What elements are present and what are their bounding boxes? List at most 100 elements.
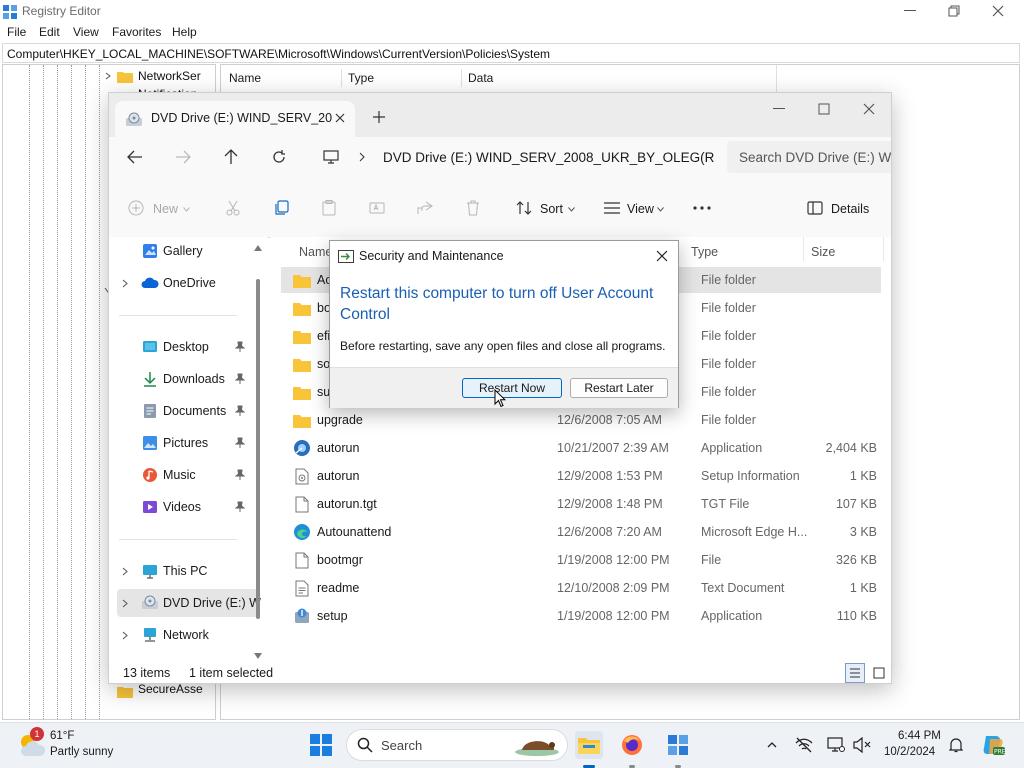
taskbar-clock-date[interactable]: 10/2/2024 — [884, 746, 935, 758]
pin-icon[interactable] — [235, 437, 245, 449]
tab-close-icon[interactable] — [331, 109, 349, 127]
registry-col-data[interactable]: Data — [468, 71, 493, 85]
nav-item-downloads[interactable]: Downloads — [117, 365, 259, 393]
nav-item-pictures[interactable]: Pictures — [117, 429, 259, 457]
more-options-icon[interactable] — [691, 199, 713, 217]
monitor-icon[interactable] — [321, 147, 341, 167]
file-row[interactable]: Autounattend 12/6/2008 7:20 AM Microsoft… — [281, 519, 881, 545]
registry-col-name[interactable]: Name — [229, 71, 261, 85]
navigation-pane[interactable]: Gallery OneDrive Desktop Downloads Docum… — [109, 237, 267, 662]
breadcrumb-path[interactable]: DVD Drive (E:) WIND_SERV_2008_UKR_BY_OLE… — [383, 150, 714, 165]
copy-icon[interactable] — [272, 199, 290, 217]
restart-now-button[interactable]: Restart Now — [462, 378, 562, 398]
weather-condition[interactable]: Partly sunny — [50, 746, 113, 758]
paste-icon[interactable] — [320, 199, 338, 217]
column-header-type[interactable]: Type — [691, 245, 718, 259]
forward-arrow-icon[interactable] — [173, 147, 193, 167]
nav-item-gallery[interactable]: Gallery — [117, 237, 259, 265]
nav-item-documents[interactable]: Documents — [117, 397, 259, 425]
sort-icon[interactable] — [515, 199, 533, 217]
nav-item-videos[interactable]: Videos — [117, 493, 259, 521]
chevron-right-icon[interactable] — [103, 71, 113, 81]
pin-icon[interactable] — [235, 373, 245, 385]
network-disconnected-icon[interactable] — [794, 735, 814, 755]
menu-help[interactable]: Help — [172, 25, 197, 39]
chevron-right-icon[interactable] — [119, 277, 131, 289]
minimize-icon[interactable] — [769, 99, 789, 119]
tab-dvd-drive[interactable]: DVD Drive (E:) WIND_SERV_20 — [115, 101, 355, 137]
pin-icon[interactable] — [235, 341, 245, 353]
menu-favorites[interactable]: Favorites — [112, 25, 161, 39]
chevron-right-icon[interactable] — [119, 629, 131, 641]
display-settings-icon[interactable] — [826, 735, 846, 755]
nav-item-network[interactable]: Network — [117, 621, 259, 649]
file-row[interactable]: autorun 12/9/2008 1:53 PM Setup Informat… — [281, 463, 881, 489]
cut-icon[interactable] — [224, 199, 242, 217]
restart-later-button[interactable]: Restart Later — [570, 378, 668, 398]
scroll-up-icon[interactable] — [253, 243, 263, 253]
nav-item-desktop[interactable]: Desktop — [117, 333, 259, 361]
breadcrumb-chevron-icon[interactable] — [355, 149, 369, 165]
details-pane-icon[interactable] — [805, 199, 825, 217]
nav-item-onedrive[interactable]: OneDrive — [117, 269, 259, 297]
search-box[interactable]: Search DVD Drive (E:) WI — [727, 141, 891, 173]
restore-icon[interactable] — [944, 3, 964, 19]
nav-item-dvd-drive[interactable]: DVD Drive (E:) W — [117, 589, 261, 617]
chevron-up-icon[interactable] — [764, 737, 780, 753]
taskbar-clock-time[interactable]: 6:44 PM — [898, 730, 941, 742]
nav-scrollbar-thumb[interactable] — [256, 279, 260, 619]
column-header-name[interactable]: Name — [299, 245, 332, 259]
volume-muted-icon[interactable] — [852, 735, 872, 755]
up-arrow-icon[interactable] — [221, 147, 241, 167]
close-icon[interactable] — [988, 3, 1008, 19]
registry-col-type[interactable]: Type — [348, 71, 374, 85]
file-row[interactable]: autorun.tgt 12/9/2008 1:48 PM TGT File 1… — [281, 491, 881, 517]
notification-bell-icon[interactable] — [946, 735, 966, 755]
new-tab-icon[interactable] — [369, 107, 389, 127]
share-icon[interactable] — [416, 199, 434, 217]
close-icon[interactable] — [859, 99, 879, 119]
column-header-size[interactable]: Size — [811, 245, 835, 259]
pin-icon[interactable] — [235, 501, 245, 513]
start-windows-icon[interactable] — [307, 731, 335, 759]
menu-file[interactable]: File — [7, 25, 26, 39]
nav-scrollbar[interactable] — [251, 243, 265, 663]
file-row[interactable]: upgrade 12/6/2008 7:05 AM File folder — [281, 407, 881, 433]
details-view-icon[interactable] — [845, 663, 865, 683]
scroll-down-icon[interactable] — [253, 651, 263, 661]
pin-icon[interactable] — [235, 405, 245, 417]
minimize-icon[interactable] — [900, 4, 920, 18]
new-button[interactable]: New — [153, 202, 178, 216]
new-icon[interactable] — [127, 199, 145, 217]
registry-editor-taskbar-icon[interactable] — [664, 731, 692, 759]
firefox-icon[interactable] — [618, 731, 646, 759]
maximize-icon[interactable] — [814, 99, 834, 119]
pin-icon[interactable] — [235, 469, 245, 481]
details-button[interactable]: Details — [831, 202, 869, 216]
registry-address-bar[interactable]: Computer\HKEY_LOCAL_MACHINE\SOFTWARE\Mic… — [2, 43, 1020, 63]
sort-button[interactable]: Sort — [540, 202, 563, 216]
view-icon[interactable] — [602, 199, 622, 217]
back-arrow-icon[interactable] — [125, 147, 145, 167]
registry-node-networkser[interactable]: NetworkSer — [138, 69, 201, 83]
file-row[interactable]: readme 12/10/2008 2:09 PM Text Document … — [281, 575, 881, 601]
view-button[interactable]: View — [627, 202, 654, 216]
chevron-right-icon[interactable] — [119, 565, 131, 577]
menu-edit[interactable]: Edit — [39, 25, 60, 39]
file-explorer-taskbar-icon[interactable] — [575, 731, 603, 759]
nav-item-music[interactable]: Music — [117, 461, 259, 489]
file-row[interactable]: autorun 10/21/2007 2:39 AM Application 2… — [281, 435, 881, 461]
delete-icon[interactable] — [464, 199, 482, 217]
weather-temperature[interactable]: 61°F — [50, 730, 74, 742]
close-icon[interactable] — [652, 247, 672, 265]
nav-item-this-pc[interactable]: This PC — [117, 557, 259, 585]
refresh-icon[interactable] — [269, 147, 289, 167]
taskbar-search-box[interactable]: Search — [346, 729, 568, 761]
tiles-view-icon[interactable] — [869, 663, 889, 683]
chevron-right-icon[interactable] — [119, 597, 131, 609]
copilot-icon[interactable]: PRE — [980, 731, 1006, 759]
file-row[interactable]: setup 1/19/2008 12:00 PM Application 110… — [281, 603, 881, 629]
registry-node-secureasse[interactable]: SecureAsse — [138, 682, 203, 696]
rename-icon[interactable] — [368, 199, 386, 217]
menu-view[interactable]: View — [73, 25, 99, 39]
